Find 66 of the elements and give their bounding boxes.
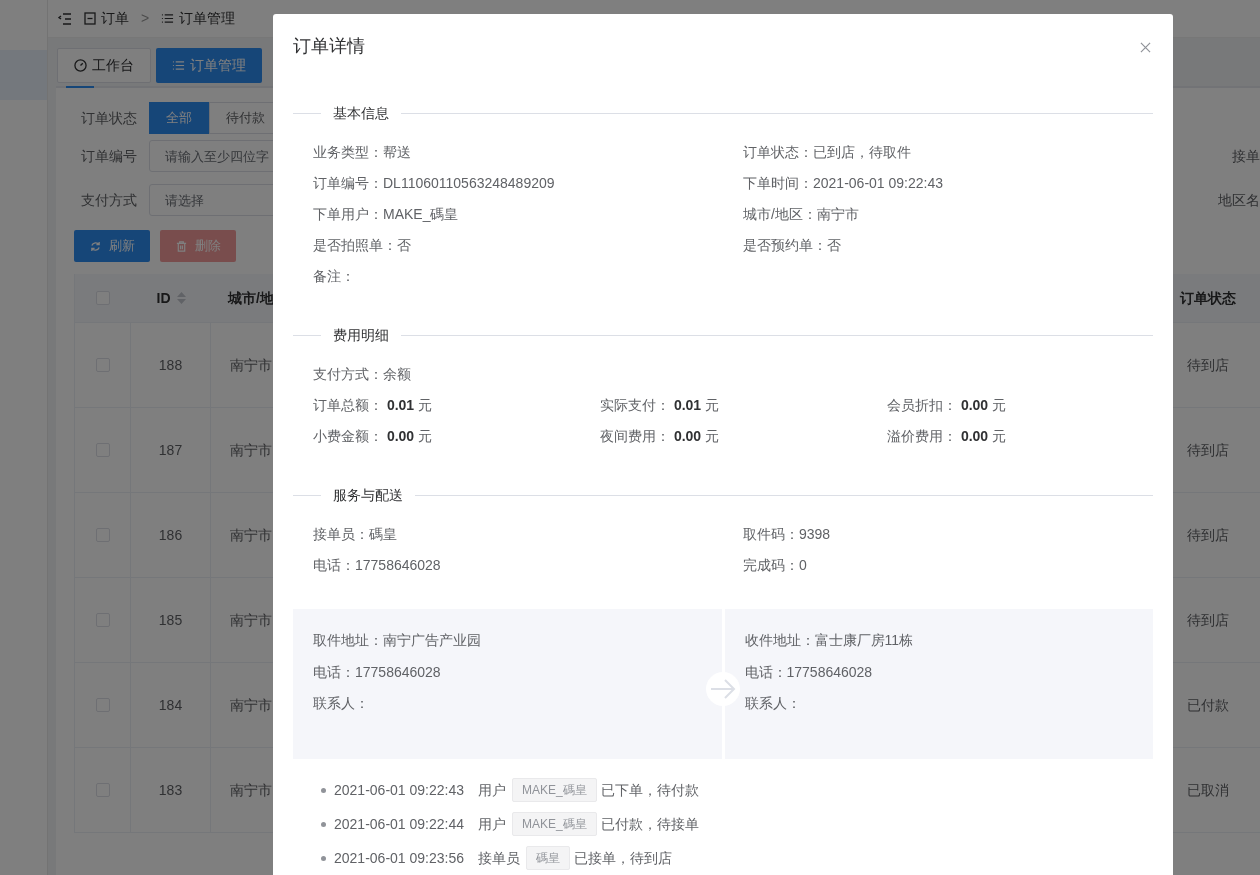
table-cell-text: 待到店 (1187, 355, 1229, 375)
timeline-time: 2021-06-01 09:23:56 (334, 848, 464, 868)
info-text: 是否预约单：否 (743, 236, 841, 255)
filter-label: 接单 (1232, 146, 1260, 166)
table-cell-text: 184 (158, 695, 183, 715)
address-text: 电话：17758646028 (313, 662, 441, 682)
info-text: 订单编号：DL11060110563248489209 (313, 174, 555, 193)
info-text: 小费金额： 0.00 元 (313, 427, 433, 446)
table-cell-text: 待到店 (1187, 525, 1229, 545)
table-cell-text: 南宁市 (230, 610, 272, 630)
timeline-actor: 接单员 (478, 848, 520, 868)
timeline-time: 2021-06-01 09:22:44 (334, 814, 464, 834)
table-cell-text: 南宁市 (230, 355, 272, 375)
user-tag: MAKE_碼皇 (512, 812, 597, 836)
table-cell-text: 南宁市 (230, 440, 272, 460)
info-text: 电话：17758646028 (313, 556, 441, 575)
timeline-actor: 用户 (478, 814, 506, 834)
table-cell-text: 南宁市 (230, 525, 272, 545)
address-text: 电话：17758646028 (744, 662, 873, 682)
filter-label: 订单编号 (81, 146, 138, 166)
address-text: 取件地址：南宁广告产业园 (313, 631, 481, 651)
filter-label: 订单状态 (81, 108, 138, 128)
table-cell-text: 已取消 (1187, 780, 1229, 800)
timeline-time: 2021-06-01 09:22:43 (334, 780, 464, 800)
info-text: 下单时间：2021-06-01 09:22:43 (743, 174, 943, 193)
info-text: 订单状态：已到店，待取件 (743, 143, 911, 162)
filter-label: 支付方式 (81, 190, 138, 210)
address-text: 联系人： (313, 694, 369, 714)
info-text: 接单员：碼皇 (313, 525, 397, 544)
table-cell-text: 188 (158, 355, 183, 375)
info-text: 夜间费用： 0.00 元 (600, 427, 720, 446)
table-cell-text: 待到店 (1187, 610, 1229, 630)
info-text: 溢价费用： 0.00 元 (887, 427, 1007, 446)
info-text: 实际支付： 0.01 元 (600, 396, 720, 415)
timeline-action: 已下单，待付款 (600, 780, 699, 800)
info-text: 订单总额： 0.01 元 (313, 396, 433, 415)
address-text: 联系人： (744, 694, 801, 714)
info-text: 城市/地区：南宁市 (743, 205, 859, 224)
info-text: 支付方式：余额 (313, 365, 411, 384)
breadcrumb-separator: > (141, 9, 150, 28)
section-title: 基本信息 (332, 103, 390, 123)
info-text: 完成码：0 (743, 556, 807, 575)
info-text: 下单用户：MAKE_碼皇 (313, 205, 459, 224)
table-cell-text: 187 (158, 440, 183, 460)
section-title: 费用明细 (332, 325, 390, 345)
dialog-title: 订单详情 (293, 35, 365, 58)
table-cell-text: 南宁市 (230, 780, 272, 800)
table-cell-text: 185 (158, 610, 183, 630)
table-cell-text: 待到店 (1187, 440, 1229, 460)
table-cell-text: 186 (158, 525, 183, 545)
filter-label: 地区名 (1218, 190, 1260, 210)
table-cell-text: 已付款 (1187, 695, 1229, 715)
info-text: 业务类型：帮送 (313, 143, 411, 162)
timeline-action: 已付款，待接单 (600, 814, 699, 834)
timeline-action: 已接单，待到店 (574, 848, 672, 868)
address-text: 收件地址：富士康厂房11栋 (744, 631, 914, 651)
table-cell-text: 南宁市 (230, 695, 272, 715)
info-text: 备注： (313, 267, 355, 286)
user-tag: MAKE_碼皇 (512, 778, 597, 802)
user-tag: 碼皇 (526, 846, 570, 870)
info-text: 取件码：9398 (743, 525, 831, 544)
section-title: 服务与配送 (332, 485, 404, 505)
table-cell-text: 183 (158, 780, 183, 800)
info-text: 是否拍照单：否 (313, 236, 411, 255)
timeline-actor: 用户 (478, 780, 506, 800)
info-text: 会员折扣： 0.00 元 (887, 396, 1007, 415)
